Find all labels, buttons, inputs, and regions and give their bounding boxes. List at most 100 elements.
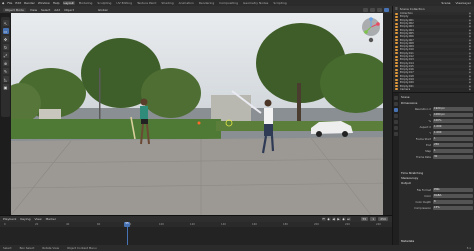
outliner-row[interactable]: Camera ◉ — [393, 88, 474, 91]
annotate-icon[interactable]: ✎ — [2, 68, 9, 74]
jump-start-icon[interactable]: ⏮ — [321, 217, 326, 221]
property-value-field[interactable]: 15% — [433, 206, 473, 210]
add-cube-icon[interactable]: ▣ — [2, 84, 9, 90]
timeline-ruler[interactable]: 020406080100120140160180200220240 — [0, 222, 392, 227]
workspace-tab-texture-paint[interactable]: Texture Paint — [136, 1, 157, 5]
section-metadata[interactable]: Metadata — [401, 239, 473, 243]
section-stereoscopy[interactable]: Stereoscopy — [401, 176, 473, 180]
property-row: Color RGBA — [401, 194, 473, 198]
menu-render[interactable]: Render — [24, 1, 35, 5]
measure-icon[interactable]: ◺ — [2, 76, 9, 82]
status-hint-context-menu: Object Context Menu — [67, 246, 97, 250]
tool-properties-icon[interactable] — [394, 96, 398, 100]
property-value-field[interactable]: 30 — [433, 155, 473, 159]
menu-help[interactable]: Help — [53, 1, 60, 5]
workspace-tab-modeling[interactable]: Modeling — [78, 1, 94, 5]
property-value-field[interactable]: RGBA — [433, 194, 473, 198]
workspace-tab-layout[interactable]: Layout — [62, 1, 75, 5]
property-value-field[interactable]: PNG — [433, 188, 473, 192]
object-properties-icon[interactable] — [394, 132, 398, 136]
property-value-field[interactable]: 1 — [433, 137, 473, 141]
menu-edit[interactable]: Edit — [15, 1, 21, 5]
property-label: Frame Rate — [416, 155, 431, 159]
viewport-menu-select[interactable]: Select — [41, 8, 50, 12]
viewport-header: Object Mode View Select Add Object Globa… — [0, 6, 392, 13]
select-box-icon[interactable]: ▭ — [2, 28, 9, 34]
viewport-menu-object[interactable]: Object — [64, 8, 74, 12]
outliner-display-mode-icon[interactable]: ☰ — [395, 7, 398, 11]
outliner-row-label: Camera — [400, 87, 411, 91]
current-frame-field[interactable]: 55 — [360, 217, 369, 221]
solid-shading-icon[interactable] — [377, 7, 382, 12]
rotate-icon[interactable]: ↻ — [2, 44, 9, 50]
orientation-selector[interactable]: Global — [98, 8, 108, 12]
empty-object-icon — [395, 25, 398, 28]
property-row: Aspect X 1.000 — [401, 125, 473, 129]
property-value-field[interactable]: 1080 px — [433, 113, 473, 117]
3d-viewport[interactable] — [11, 13, 392, 215]
ruler-tick-label: 240 — [376, 222, 381, 226]
workspace-tab-compositing[interactable]: Compositing — [218, 1, 239, 5]
prev-keyframe-icon[interactable]: ◆ — [326, 217, 331, 221]
play-icon[interactable]: ▶ — [336, 217, 341, 221]
visibility-eye-icon[interactable]: ◉ — [469, 88, 471, 91]
navigation-gizmo[interactable] — [360, 16, 382, 46]
property-value-field[interactable]: 100% — [433, 119, 473, 123]
property-value-field[interactable]: 1.000 — [433, 131, 473, 135]
menu-file[interactable]: File — [7, 1, 12, 5]
view-layer-selector[interactable]: ViewLayer — [456, 1, 471, 5]
cursor-icon[interactable]: ↖ — [2, 20, 9, 26]
empty-object-icon — [395, 15, 398, 18]
workspace-tab-rendering[interactable]: Rendering — [198, 1, 215, 5]
sidebar-tabs[interactable] — [383, 13, 392, 215]
timeline-menu-playback[interactable]: Playback — [3, 217, 16, 221]
empty-object-icon — [395, 58, 398, 61]
frame-start-field[interactable]: 1 — [370, 217, 377, 221]
play-reverse-icon[interactable]: ◀ — [331, 217, 336, 221]
section-output[interactable]: Output — [401, 181, 473, 185]
property-row: Compression 15% — [401, 206, 473, 210]
menu-window[interactable]: Window — [38, 1, 50, 5]
workspace-tab-sculpting[interactable]: Sculpting — [96, 1, 112, 5]
empty-object-icon — [395, 71, 398, 74]
scale-icon[interactable]: ⤢ — [2, 52, 9, 58]
section-time-stretching[interactable]: Time Stretching — [401, 171, 473, 175]
render-properties-icon[interactable] — [394, 102, 398, 106]
timeline-menu-keying[interactable]: Keying — [20, 217, 30, 221]
property-value-field[interactable]: 8 — [433, 200, 473, 204]
viewport-menu-add[interactable]: Add — [54, 8, 60, 12]
workspace-tab-animation[interactable]: Animation — [178, 1, 195, 5]
property-value-field[interactable]: 250 — [433, 143, 473, 147]
viewport-menu-view[interactable]: View — [30, 8, 37, 12]
scene-properties-icon[interactable] — [394, 120, 398, 124]
scene-selector[interactable]: Scene — [441, 1, 450, 5]
view-layer-properties-icon[interactable] — [394, 114, 398, 118]
move-icon[interactable]: ✥ — [2, 36, 9, 42]
jump-end-icon[interactable]: ⏭ — [346, 217, 351, 221]
output-properties-icon[interactable] — [394, 108, 398, 112]
property-row: Step 1 — [401, 149, 473, 153]
blender-logo-icon[interactable]: ◆ — [2, 1, 4, 5]
world-properties-icon[interactable] — [394, 126, 398, 130]
mode-selector[interactable]: Object Mode — [3, 7, 26, 12]
workspace-tab-shading[interactable]: Shading — [160, 1, 174, 5]
workspace-tab-uv-editing[interactable]: UV Editing — [115, 1, 133, 5]
xray-toggle-icon[interactable] — [370, 7, 375, 12]
outliner-title: Scene Collection — [399, 7, 425, 11]
rendered-shading-icon[interactable] — [384, 7, 389, 12]
next-keyframe-icon[interactable]: ◆ — [341, 217, 346, 221]
timeline-menu-marker[interactable]: Marker — [46, 217, 56, 221]
section-scene[interactable]: Scene — [401, 95, 473, 99]
workspace-tab-scripting[interactable]: Scripting — [272, 1, 287, 5]
frame-end-field[interactable]: 250 — [378, 217, 388, 221]
workspace-tab-geometry-nodes[interactable]: Geometry Nodes — [242, 1, 269, 5]
timeline-menu-view[interactable]: View — [34, 217, 41, 221]
section-dimensions[interactable]: Dimensions — [401, 101, 473, 105]
overlay-toggle-icon[interactable] — [363, 7, 368, 12]
properties-editor: Scene Dimensions Resolution X 1920 px Y 108… — [392, 92, 474, 251]
property-value-field[interactable]: 1 — [433, 149, 473, 153]
property-value-field[interactable]: 1920 px — [433, 107, 473, 111]
transform-icon[interactable]: ⊕ — [2, 60, 9, 66]
ruler-tick-label: 20 — [35, 222, 39, 226]
property-value-field[interactable]: 1.000 — [433, 125, 473, 129]
